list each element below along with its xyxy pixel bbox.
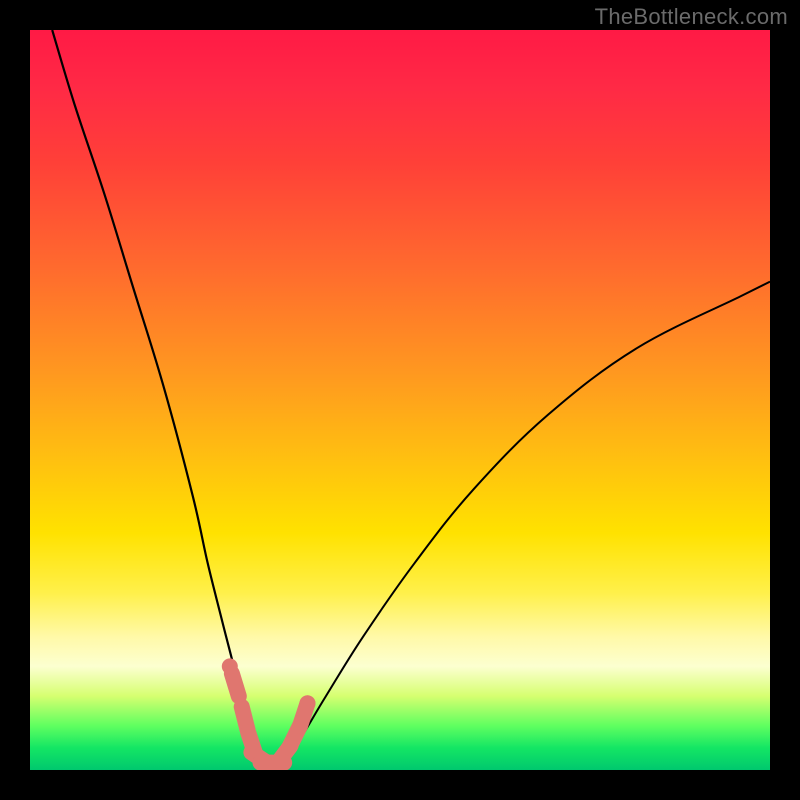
watermark-text: TheBottleneck.com [595,4,788,30]
plot-background [30,30,770,770]
chart-frame: TheBottleneck.com [0,0,800,800]
